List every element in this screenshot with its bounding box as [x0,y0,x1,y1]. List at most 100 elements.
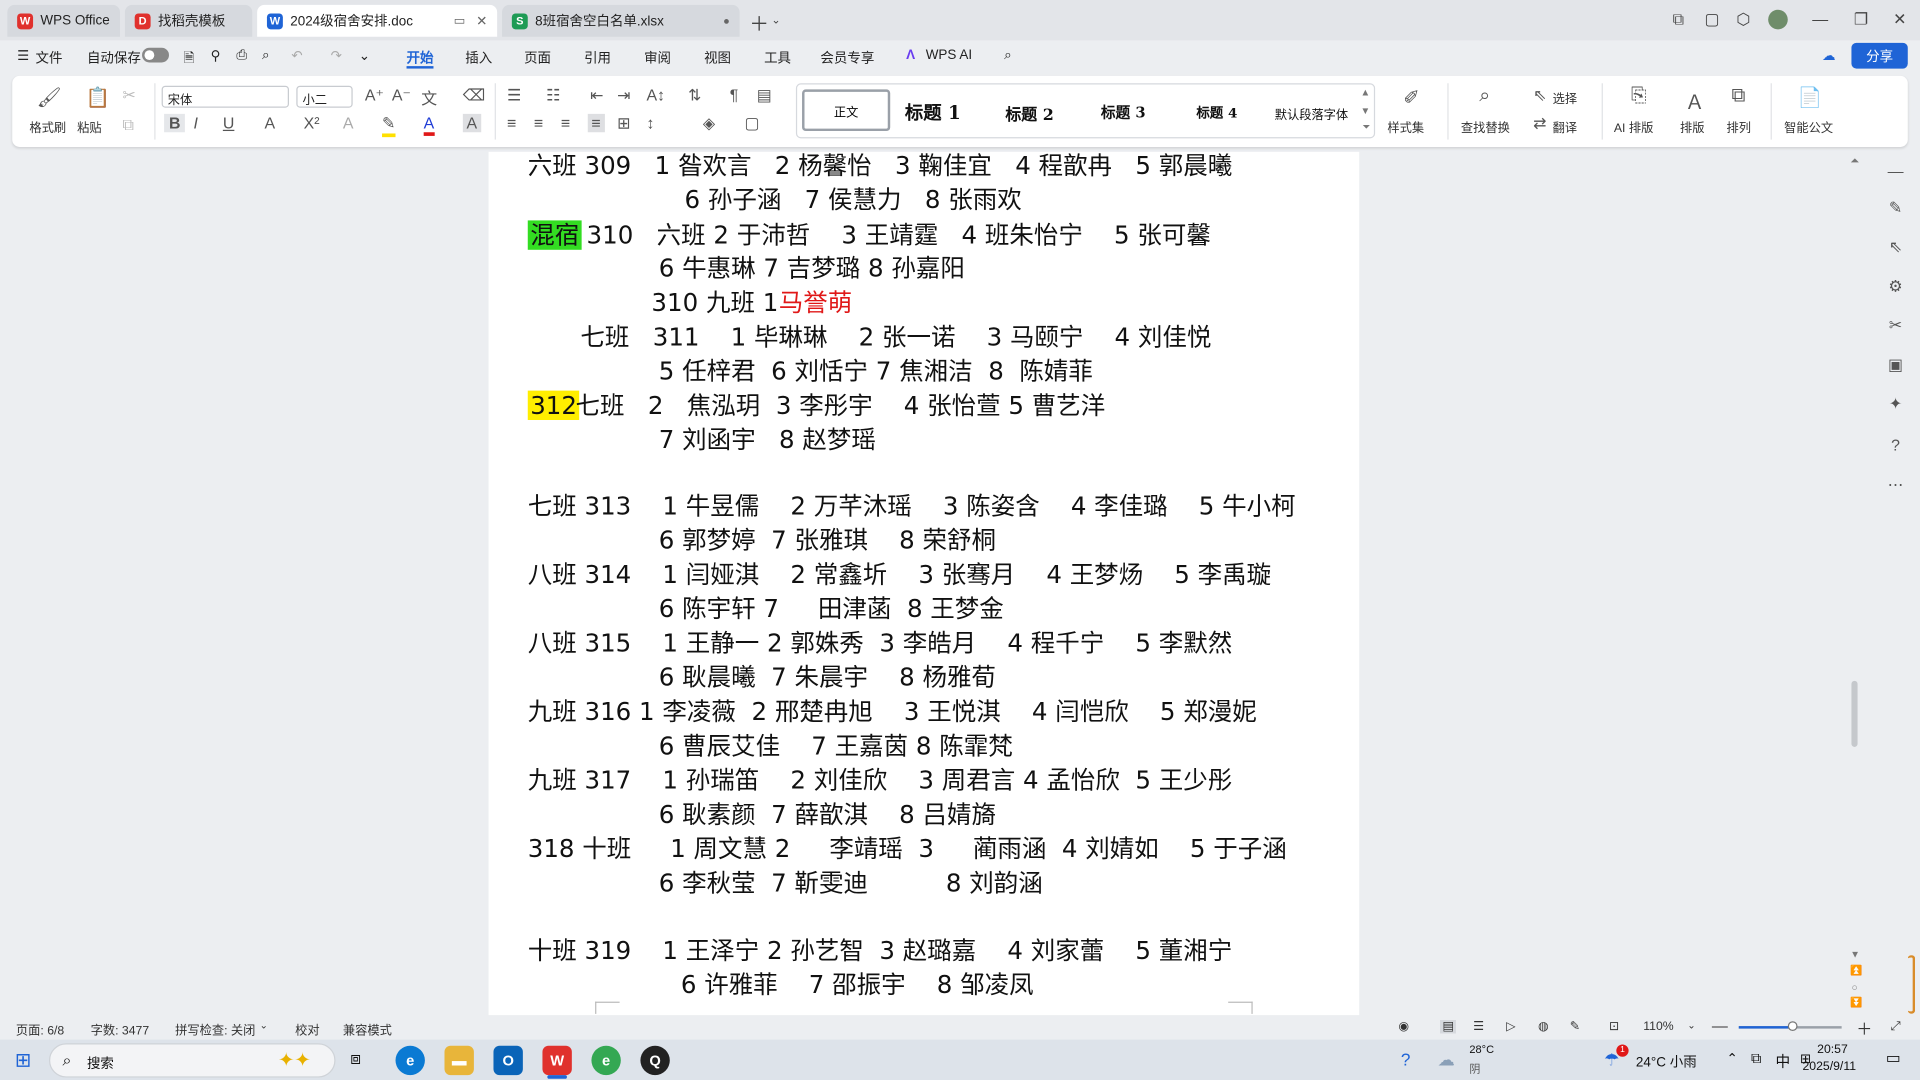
spell-dropdown-icon[interactable]: ⌄ [260,1020,268,1031]
style-heading-1[interactable]: 标题 1 [905,99,961,125]
grow-font-icon[interactable]: A⁺ [365,86,384,106]
restore-icon[interactable]: ❐ [1854,10,1868,30]
tab-view[interactable]: 视图 [704,48,731,68]
highlight-icon[interactable]: ✎ [382,114,396,138]
ime-indicator[interactable]: 中 [1776,1051,1791,1072]
close-dot-icon[interactable]: ● [723,15,730,27]
tab-wps-office[interactable]: W WPS Office [7,4,121,37]
align-left-icon[interactable]: ≡ [507,114,516,132]
undo-icon[interactable]: ↶ [291,48,302,64]
zoom-out-icon[interactable]: — [1712,1016,1728,1034]
cube-icon[interactable]: ⬡ [1736,10,1750,30]
avatar[interactable] [1768,9,1788,30]
scroll-down-icon[interactable]: ▼ [1850,949,1860,960]
bullets-icon[interactable]: ☰ [507,86,521,106]
pin-icon[interactable]: ▭ [454,14,466,27]
page-indicator[interactable]: 页面: 6/8 [16,1020,64,1038]
tab-references[interactable]: 引用 [584,48,611,68]
close-icon[interactable]: ✕ [476,13,487,29]
prev-page-icon[interactable]: ⏫ [1850,965,1862,976]
screenshot-icon[interactable]: ⧉ [1673,10,1684,30]
paste-button[interactable]: 粘贴 [77,118,101,135]
tab-docer[interactable]: D 找稻壳模板 [124,4,253,37]
weather-temp[interactable]: 28°C [1469,1043,1494,1055]
font-color-icon[interactable]: A [423,114,435,136]
wps-taskbar-icon[interactable]: W [542,1045,572,1076]
file-explorer-icon[interactable]: ▬ [444,1045,474,1076]
help-tray-icon[interactable]: ? [1401,1049,1411,1069]
sort-icon[interactable]: ⇅ [688,86,701,106]
arrange-icon[interactable]: ⧉ [1731,86,1745,108]
arrange-button[interactable]: 排列 [1727,118,1751,135]
clock-date[interactable]: 2025/9/11 [1802,1060,1856,1073]
play-icon[interactable]: ▷ [1506,1020,1515,1033]
tab-tools[interactable]: 工具 [764,48,791,68]
text-direction-icon[interactable]: A↕ [647,86,666,104]
superscript-icon[interactable]: X² [304,114,320,132]
border-icon[interactable]: ▢ [744,114,759,134]
outlook-icon[interactable]: O [493,1045,523,1076]
pin-tool-icon[interactable]: ⚲ [211,48,221,64]
translate-button[interactable]: 翻译 [1553,118,1577,135]
format-painter-icon[interactable]: 🖌 [37,86,62,110]
task-view-icon[interactable]: ⧈ [350,1048,361,1069]
layout-icon[interactable]: Ａ [1685,86,1705,115]
edge-icon[interactable]: e [395,1045,425,1076]
tab-page[interactable]: 页面 [524,48,551,68]
smart-doc-icon[interactable]: 📄 [1798,86,1822,110]
line-spacing-icon[interactable]: ↕ [647,114,655,132]
hamburger-icon[interactable]: ☰ [17,48,29,64]
search-icon[interactable]: ⌕ [1004,48,1012,64]
ai-layout-button[interactable]: AI 排版 [1614,118,1653,135]
clear-format-icon[interactable]: ⌫ [463,86,486,106]
page-view-icon[interactable]: ▤ [1440,1020,1457,1034]
increase-indent-icon[interactable]: ⇥ [617,86,630,106]
zoom-level[interactable]: 110% [1643,1020,1673,1033]
font-name-select[interactable]: 宋体 [161,85,289,108]
fullscreen-icon[interactable]: ⤢ [1891,1020,1901,1033]
phonetic-icon[interactable]: 文 [421,86,437,109]
align-right-icon[interactable]: ≡ [561,114,570,132]
justify-icon[interactable]: ≡ [587,113,605,133]
numbering-icon[interactable]: ☷ [546,86,560,106]
more-chevron-icon[interactable]: ⌄ [359,48,370,64]
format-painter-button[interactable]: 格式刷 [29,118,66,135]
style-set-icon[interactable]: ✐ [1403,86,1419,110]
file-menu[interactable]: 文件 [36,48,63,68]
spell-check-status[interactable]: 拼写检查: 关闭 [175,1020,255,1038]
italic-icon[interactable]: I [193,114,197,132]
style-default-paragraph[interactable]: 默认段落字体 [1275,104,1348,122]
autosave-toggle[interactable] [142,47,169,63]
annotate-icon[interactable]: ✎ [1570,1020,1580,1033]
zoom-in-icon[interactable]: ＋ [1856,1016,1872,1039]
save-icon[interactable]: 🗎 [184,48,195,71]
style-heading-3[interactable]: 标题 3 [1101,102,1146,123]
shading-icon[interactable]: ◈ [703,114,715,134]
gallery-scroll-up-icon[interactable]: ▲ [1361,87,1371,98]
select-icon[interactable]: ⇖ [1533,86,1546,106]
wps-ai-button[interactable]: WPS AI [926,48,972,63]
outline-view-icon[interactable]: ☰ [1473,1020,1484,1033]
layout-button[interactable]: 排版 [1680,118,1704,135]
bold-icon[interactable]: B [164,113,186,133]
more-icon[interactable]: ⋯ [1885,475,1907,497]
clock-time[interactable]: 20:57 [1817,1043,1848,1056]
notification-center-icon[interactable]: ▭ [1886,1048,1901,1068]
decrease-indent-icon[interactable]: ⇤ [590,86,603,106]
cloud-upload-icon[interactable]: ☁ [1822,48,1835,64]
image-edit-icon[interactable]: ▣ [1885,355,1907,377]
tab-home[interactable]: 开始 [407,48,434,68]
chevron-up-icon[interactable]: ⌃ [1727,1051,1738,1067]
weather-summary[interactable]: 24°C 小雨 [1636,1052,1697,1072]
help-icon[interactable]: ? [1885,436,1907,458]
strikethrough-icon[interactable]: A [264,114,275,132]
share-button[interactable]: 分享 [1851,42,1908,69]
eye-protect-icon[interactable]: ◉ [1398,1020,1409,1033]
windows-start-icon[interactable]: ⊞ [15,1048,31,1072]
gallery-expand-icon[interactable]: ⏷ [1362,121,1370,133]
adjust-icon[interactable]: ⚙ [1885,277,1907,299]
find-icon[interactable]: ⌕ [1479,86,1490,108]
style-normal[interactable]: 正文 [802,89,891,132]
next-page-icon[interactable]: ⏬ [1850,997,1862,1008]
new-tab-icon[interactable]: ＋ [749,7,769,36]
